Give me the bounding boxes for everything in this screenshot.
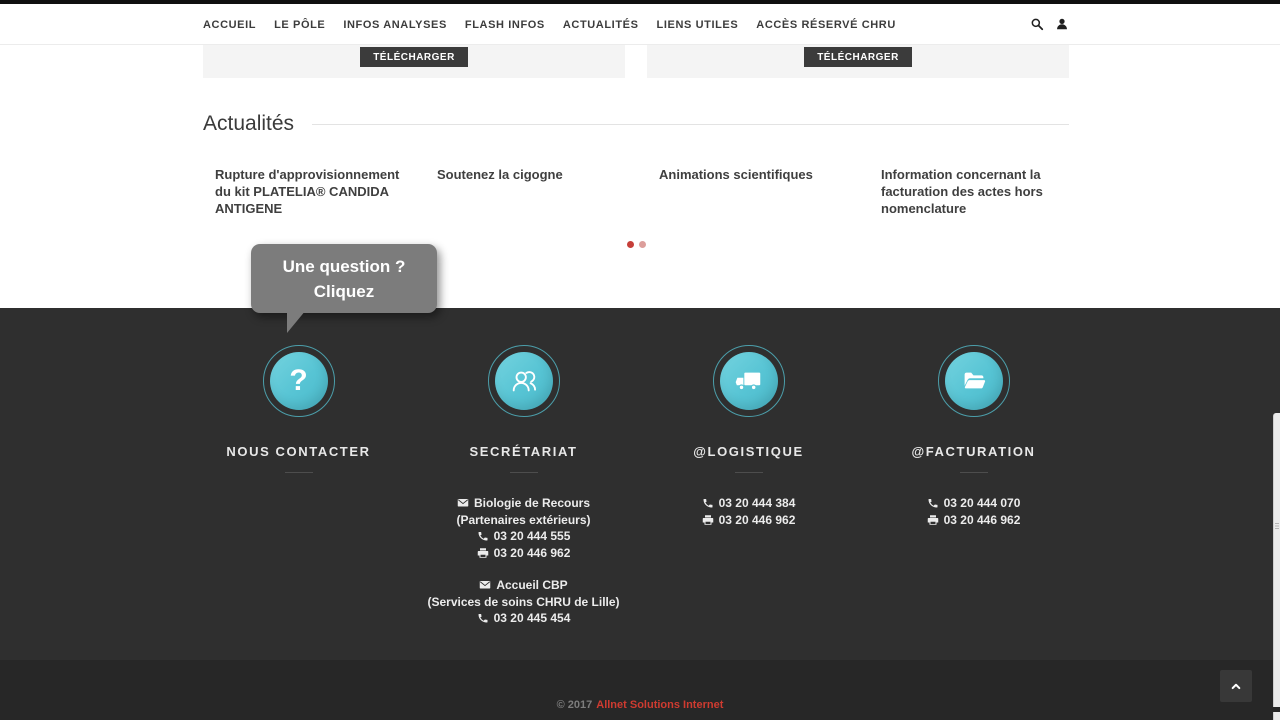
printer-icon: [702, 514, 714, 526]
phone-icon: [927, 497, 939, 509]
scrollbar-track[interactable]: [1273, 413, 1280, 707]
news-item[interactable]: Information concernant la facturation de…: [881, 166, 1081, 217]
scrollbar-grip[interactable]: [1275, 523, 1279, 529]
carousel-dot-active[interactable]: [627, 241, 634, 248]
main-nav: ACCUEIL LE PÔLE INFOS ANALYSES FLASH INF…: [0, 4, 1280, 45]
column-label: NOUS CONTACTER: [186, 444, 411, 459]
email-line[interactable]: Biologie de Recours: [411, 495, 636, 512]
secretariat-icon-button[interactable]: [488, 345, 560, 417]
column-label: SECRÉTARIAT: [411, 444, 636, 459]
news-item[interactable]: Rupture d'approvisionnement du kit PLATE…: [215, 166, 415, 217]
tooltip-line: Cliquez: [314, 279, 374, 304]
note-line: (Services de soins CHRU de Lille): [411, 594, 636, 611]
fax-line: 03 20 446 962: [861, 512, 1086, 529]
nav-item-accueil[interactable]: ACCUEIL: [203, 19, 256, 31]
heading-rule: [312, 124, 1069, 125]
news-section: Actualités Rupture d'approvisionnement d…: [203, 112, 1069, 248]
question-tooltip-bubble[interactable]: Une question ? Cliquez: [251, 244, 437, 313]
phone-icon: [702, 497, 714, 509]
note-line: (Partenaires extérieurs): [411, 512, 636, 529]
footer-column-secretariat: SECRÉTARIAT Biologie de Recours (Partena…: [411, 345, 636, 627]
envelope-icon: [457, 497, 469, 509]
question-mark-icon: ?: [289, 366, 307, 396]
footer-columns: ? NOUS CONTACTER: [186, 345, 1086, 627]
contact-group: Biologie de Recours (Partenaires extérie…: [411, 495, 636, 561]
footer-column-logistique: @LOGISTIQUE 03 20 444 384 03 20 446 962: [636, 345, 861, 627]
page: ACCUEIL LE PÔLE INFOS ANALYSES FLASH INF…: [0, 0, 1280, 720]
logistique-icon-button[interactable]: [713, 345, 785, 417]
news-item[interactable]: Animations scientifiques: [659, 166, 859, 217]
subfooter: © 2017Allnet Solutions Internet: [0, 660, 1280, 720]
scroll-to-top-button[interactable]: [1220, 670, 1252, 702]
contact-group: 03 20 444 384 03 20 446 962: [636, 495, 861, 528]
phone-line: 03 20 444 555: [411, 528, 636, 545]
column-divider: [960, 472, 988, 473]
scrollbar-corner: [1273, 712, 1280, 720]
facturation-icon-button[interactable]: [938, 345, 1010, 417]
download-cards-row: TÉLÉCHARGER TÉLÉCHARGER: [203, 45, 1069, 78]
truck-icon: [734, 366, 764, 396]
tooltip-line: Une question ?: [283, 254, 406, 279]
contact-icon-button[interactable]: ?: [263, 345, 335, 417]
column-divider: [510, 472, 538, 473]
chevron-up-icon: [1226, 676, 1246, 696]
top-black-bar: [0, 0, 1280, 4]
folder-open-icon: [959, 366, 989, 396]
nav-item-actualites[interactable]: ACTUALITÉS: [563, 19, 639, 31]
download-card: TÉLÉCHARGER: [647, 45, 1069, 78]
email-line[interactable]: Accueil CBP: [411, 577, 636, 594]
nav-item-flash-infos[interactable]: FLASH INFOS: [465, 19, 545, 31]
copyright: © 2017Allnet Solutions Internet: [0, 699, 1280, 711]
nav-item-infos-analyses[interactable]: INFOS ANALYSES: [343, 19, 447, 31]
news-item[interactable]: Soutenez la cigogne: [437, 166, 637, 217]
fax-line: 03 20 446 962: [636, 512, 861, 529]
download-button[interactable]: TÉLÉCHARGER: [360, 47, 468, 67]
column-divider: [735, 472, 763, 473]
footer: ? NOUS CONTACTER: [0, 308, 1280, 720]
fax-line: 03 20 446 962: [411, 545, 636, 562]
user-icon[interactable]: [1055, 17, 1069, 31]
nav-item-liens-utiles[interactable]: LIENS UTILES: [657, 19, 739, 31]
column-label: @FACTURATION: [861, 444, 1086, 459]
phone-icon: [477, 612, 489, 624]
envelope-icon: [479, 579, 491, 591]
column-label: @LOGISTIQUE: [636, 444, 861, 459]
copyright-link[interactable]: Allnet Solutions Internet: [596, 699, 723, 711]
people-icon: [509, 366, 539, 396]
copyright-year: © 2017: [557, 699, 593, 711]
news-grid: Rupture d'approvisionnement du kit PLATE…: [215, 166, 1069, 217]
phone-line: 03 20 444 070: [861, 495, 1086, 512]
phone-line: 03 20 445 454: [411, 610, 636, 627]
nav-menu: ACCUEIL LE PÔLE INFOS ANALYSES FLASH INF…: [203, 15, 896, 33]
nav-item-acces-reserve-chru[interactable]: ACCÈS RÉSERVÉ CHRU: [756, 19, 896, 31]
search-icon[interactable]: [1030, 17, 1044, 31]
column-divider: [285, 472, 313, 473]
printer-icon: [927, 514, 939, 526]
download-card: TÉLÉCHARGER: [203, 45, 625, 78]
carousel-dot[interactable]: [639, 241, 646, 248]
contact-group: 03 20 444 070 03 20 446 962: [861, 495, 1086, 528]
nav-item-le-pole[interactable]: LE PÔLE: [274, 19, 325, 31]
phone-icon: [477, 530, 489, 542]
printer-icon: [477, 547, 489, 559]
phone-line: 03 20 444 384: [636, 495, 861, 512]
footer-column-contact: ? NOUS CONTACTER: [186, 345, 411, 627]
download-button[interactable]: TÉLÉCHARGER: [804, 47, 912, 67]
footer-column-facturation: @FACTURATION 03 20 444 070 03 20 446 962: [861, 345, 1086, 627]
news-heading: Actualités: [203, 112, 294, 136]
contact-group: Accueil CBP (Services de soins CHRU de L…: [411, 577, 636, 627]
